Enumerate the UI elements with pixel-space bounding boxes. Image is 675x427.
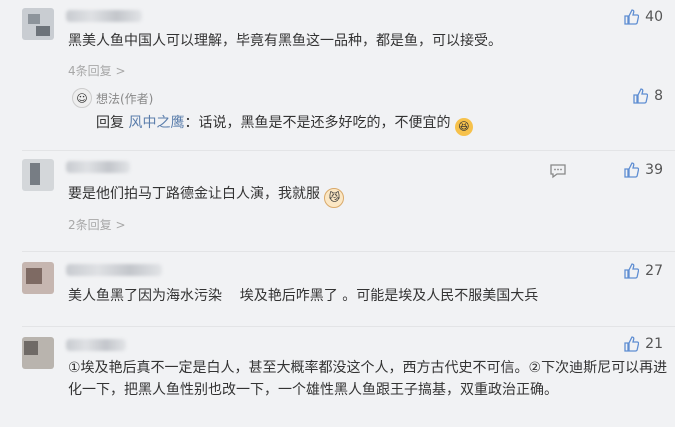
avatar[interactable] [22, 159, 54, 191]
avatar[interactable] [22, 262, 54, 294]
reply-author[interactable]: 想法(作者) [96, 90, 153, 107]
comment-4: 21 ①埃及艳后真不一定是白人，甚至大概率都没这个人，西方古代史不可信。②下次迪… [0, 327, 675, 427]
like-count: 39 [645, 162, 663, 178]
comment-3: 27 美人鱼黑了因为海水污染 埃及艳后咋黑了 。可能是埃及人民不服美国大兵 [0, 252, 675, 326]
reply-like-button[interactable]: 8 [632, 88, 663, 104]
replies-link[interactable]: 4条回复 > [68, 62, 126, 79]
reply-content: ：话说，黑鱼是不是还多好吃的，不便宜的 [184, 115, 451, 131]
username-blurred [66, 10, 142, 22]
comment-text: ①埃及艳后真不一定是白人，甚至大概率都没这个人，西方古代史不可信。②下次迪斯尼可… [68, 360, 668, 398]
laughing-emoji-icon: 😆 [454, 118, 473, 136]
like-button[interactable]: 39 [623, 162, 663, 178]
comment-2: 39 要是他们拍马丁路德金让白人演，我就服 😼 2条回复 > [0, 151, 675, 251]
like-count: 27 [645, 263, 663, 279]
reply-target-user[interactable]: 风中之鹰 [128, 115, 184, 131]
reply-text: 回复 风中之鹰：话说，黑鱼是不是还多好吃的，不便宜的 😆 [96, 112, 473, 136]
comment-text: 美人鱼黑了因为海水污染 埃及艳后咋黑了 。可能是埃及人民不服美国大兵 [68, 288, 539, 304]
replies-link[interactable]: 2条回复 > [68, 216, 126, 233]
thumbs-up-icon [632, 88, 649, 104]
thumbs-up-icon [623, 162, 640, 178]
comment-1: 40 黑美人鱼中国人可以理解，毕竟有黑鱼这一品种，都是鱼，可以接受。 4条回复 … [0, 0, 675, 150]
cat-emoji-icon: 😼 [324, 188, 345, 208]
username-blurred [66, 161, 130, 173]
username-blurred [66, 264, 162, 276]
username-blurred [66, 339, 126, 351]
comment-bubble-icon[interactable] [549, 163, 567, 183]
reply-prefix: 回复 [96, 115, 124, 131]
like-count: 21 [645, 336, 663, 352]
like-count: 40 [645, 9, 663, 25]
like-button[interactable]: 21 [623, 336, 663, 352]
reply-like-count: 8 [654, 88, 663, 104]
thumbs-up-icon [623, 263, 640, 279]
thumbs-up-icon [623, 9, 640, 25]
avatar[interactable] [22, 8, 54, 40]
comment-text: 要是他们拍马丁路德金让白人演，我就服 😼 [68, 183, 345, 208]
comment-text-content: 要是他们拍马丁路德金让白人演，我就服 [68, 186, 320, 202]
avatar[interactable] [22, 337, 54, 369]
comment-text: 黑美人鱼中国人可以理解，毕竟有黑鱼这一品种，都是鱼，可以接受。 [68, 33, 502, 49]
author-avatar: ☺ [72, 88, 92, 108]
like-button[interactable]: 40 [623, 9, 663, 25]
thumbs-up-icon [623, 336, 640, 352]
like-button[interactable]: 27 [623, 263, 663, 279]
